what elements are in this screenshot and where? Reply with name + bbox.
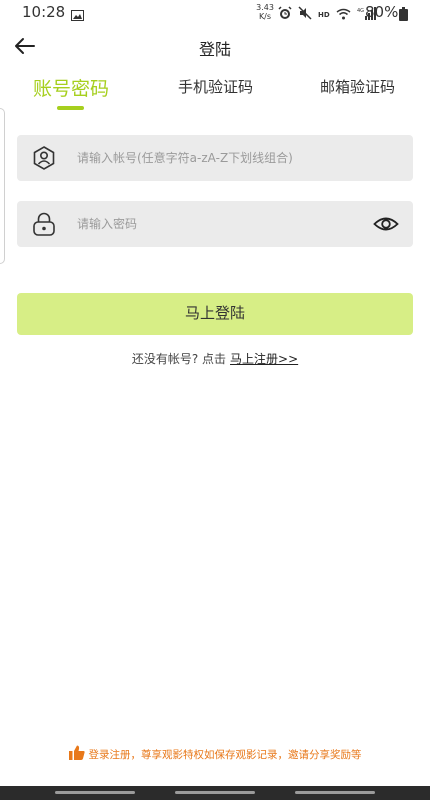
network-speed-value: 3.43 <box>256 3 274 12</box>
login-method-tabs: 账号密码 手机验证码 邮箱验证码 <box>0 76 430 112</box>
header: 登陆 <box>0 24 430 68</box>
system-nav-bar <box>0 786 430 800</box>
nav-home-button[interactable] <box>175 791 255 794</box>
nav-back-button[interactable] <box>295 791 375 794</box>
register-prompt-text: 还没有帐号? 点击 <box>131 352 227 366</box>
footer-note: 登录注册，尊享观影特权如保存观影记录，邀请分享奖励等 <box>0 745 430 763</box>
active-tab-indicator <box>57 106 84 110</box>
network-type: 4G <box>357 8 364 14</box>
password-input[interactable] <box>77 201 377 247</box>
register-prompt: 还没有帐号? 点击 马上注册>> <box>0 350 430 367</box>
tab-phone-code[interactable]: 手机验证码 <box>178 76 253 97</box>
tab-account-password[interactable]: 账号密码 <box>33 74 109 101</box>
footer-note-text: 登录注册，尊享观影特权如保存观影记录，邀请分享奖励等 <box>88 748 362 761</box>
status-bar: 10:28 3.43 K/s HD 4G 80% <box>0 0 430 24</box>
network-speed-unit: K/s <box>258 12 272 21</box>
tab-email-code[interactable]: 邮箱验证码 <box>320 76 395 97</box>
status-time: 10:28 <box>22 3 66 21</box>
wifi-icon <box>336 5 351 24</box>
hd-indicator: HD <box>318 10 330 19</box>
thumbs-up-icon <box>68 745 85 763</box>
battery-percent: 80% <box>365 3 399 21</box>
account-field <box>17 135 413 181</box>
lock-icon <box>31 211 57 237</box>
status-icons: HD 4G <box>278 5 377 24</box>
image-notification-icon <box>71 6 84 25</box>
password-field <box>17 201 413 247</box>
user-icon <box>31 145 57 171</box>
page-title: 登陆 <box>198 40 231 59</box>
alarm-icon <box>278 5 292 24</box>
nav-recents-button[interactable] <box>55 791 135 794</box>
login-button[interactable]: 马上登陆 <box>17 293 413 335</box>
account-input[interactable] <box>77 135 377 181</box>
edge-panel-handle[interactable] <box>0 108 5 264</box>
mute-icon <box>298 5 312 24</box>
eye-icon[interactable] <box>373 213 399 235</box>
network-speed: 3.43 K/s <box>256 3 274 21</box>
battery-icon <box>399 6 408 25</box>
register-link[interactable]: 马上注册>> <box>230 352 298 366</box>
